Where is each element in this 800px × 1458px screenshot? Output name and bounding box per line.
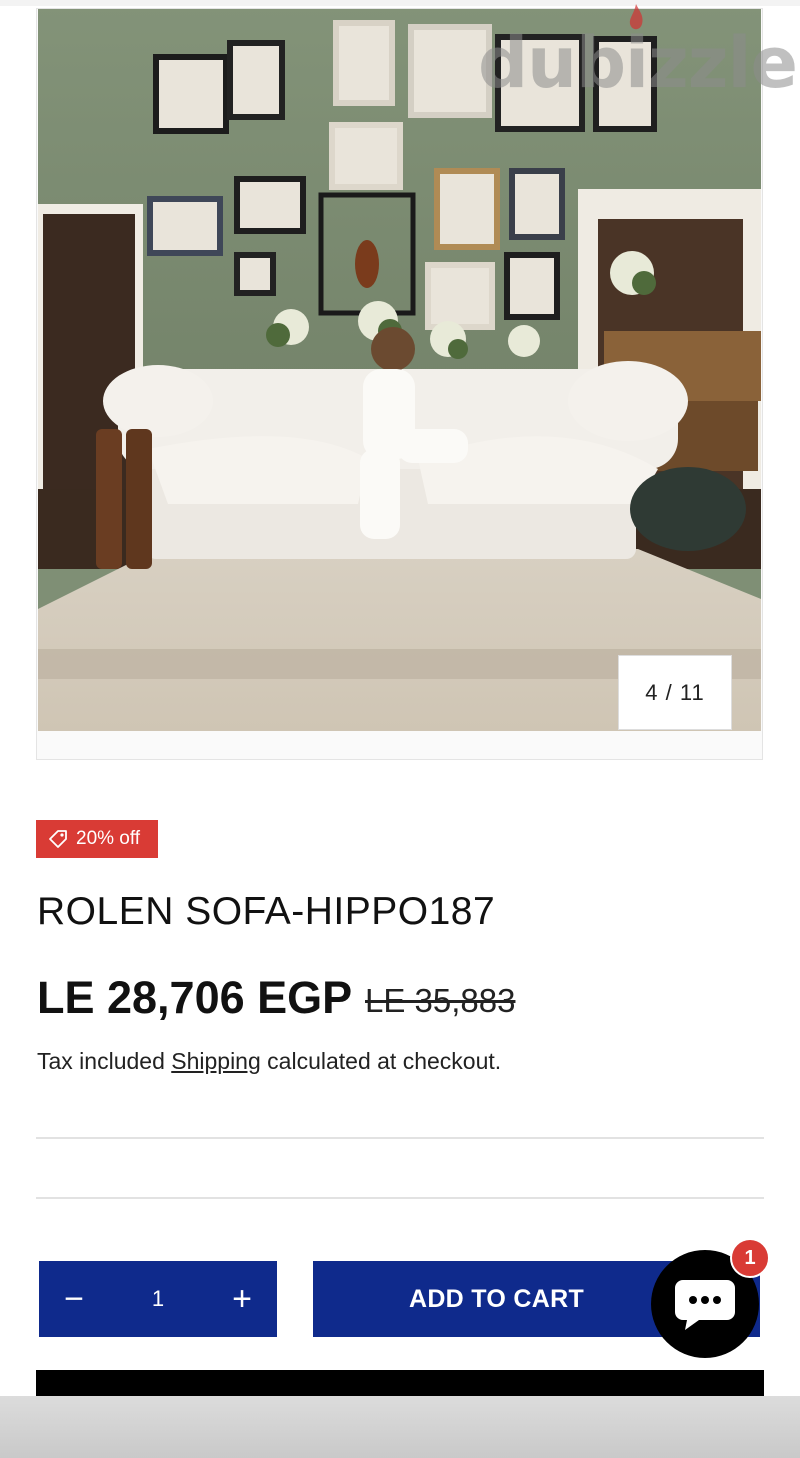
tax-suffix: calculated at checkout. [260,1048,502,1074]
image-counter: 4 / 11 [618,655,732,730]
discount-label: 20% off [76,828,141,849]
product-title: ROLEN SOFA-HIPPO187 [37,890,496,933]
tax-note: Tax included Shipping calculated at chec… [37,1048,501,1075]
quantity-value[interactable]: 1 [152,1286,164,1312]
tax-prefix: Tax included [37,1048,172,1074]
divider-top [36,1137,764,1139]
top-edge [0,0,800,6]
compare-price: LE 35,883 [365,982,516,1019]
chat-bubble-icon [675,1280,735,1330]
bottom-overlay [0,1396,800,1458]
divider-bottom [36,1197,764,1199]
shipping-link[interactable]: Shipping [171,1048,261,1074]
flame-icon [629,4,643,30]
discount-badge: 20% off [36,820,158,858]
add-to-cart-label: ADD TO CART [408,1284,585,1313]
product-image[interactable] [38,9,761,731]
sale-price: LE 28,706 EGP [37,972,353,1023]
tag-icon [49,830,67,848]
watermark-logo: dubizzle [478,22,798,104]
decrease-quantity-button[interactable]: − [59,1280,89,1318]
chat-unread-badge: 1 [730,1238,770,1278]
increase-quantity-button[interactable]: + [227,1280,257,1318]
quantity-stepper: − 1 + [39,1261,277,1337]
